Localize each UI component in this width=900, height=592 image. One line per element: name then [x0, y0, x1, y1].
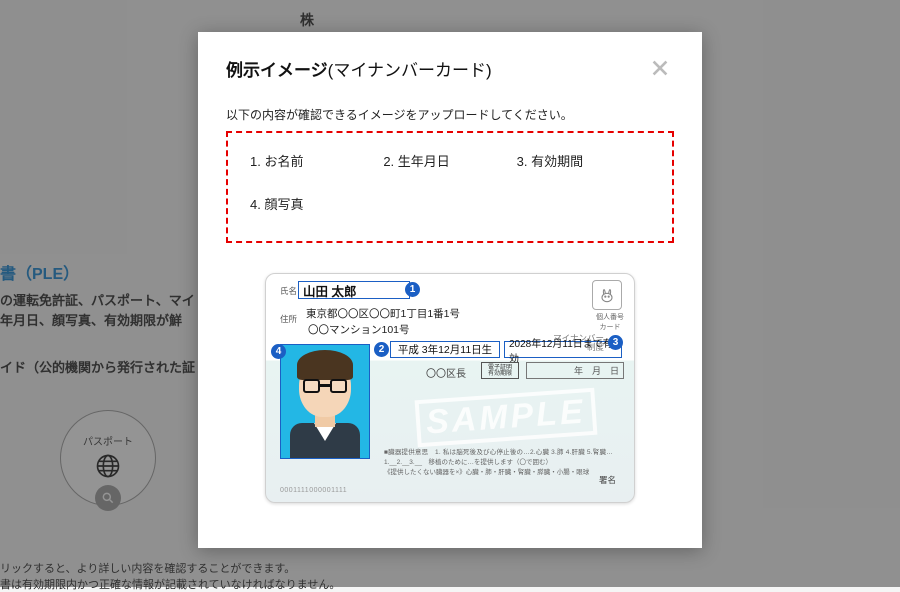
- requirements-box: 1. お名前 2. 生年月日 3. 有効期間 4. 顔写真: [226, 131, 674, 243]
- name-field-box: 山田 太郎: [298, 281, 410, 299]
- date-strip: 年 月 日: [526, 362, 624, 379]
- card-logo-label: 個人番号 カード: [596, 312, 624, 332]
- rabbit-logo-icon: [592, 280, 622, 310]
- close-icon: [649, 57, 671, 79]
- fine-print: ■臓器提供意思 1. 私は脳死後及び心停止後の…2.心臓 3.肺 4.肝臓 5.…: [384, 446, 613, 456]
- modal-title: 例示イメージ(マイナンバーカード): [226, 56, 492, 81]
- name-field-label: 氏名: [280, 285, 297, 297]
- example-image-modal: 例示イメージ(マイナンバーカード) 以下の内容が確認できるイメージをアップロード…: [198, 32, 702, 548]
- barcode-text: 0001111000001111: [280, 487, 347, 494]
- photo-field-box: [280, 344, 370, 459]
- requirement-item: 2. 生年月日: [383, 151, 516, 170]
- sample-watermark: SAMPLE: [415, 388, 598, 447]
- expiry-field-box: 2028年12月11日まで有効: [504, 341, 622, 358]
- address-line: 〇〇マンション101号: [308, 322, 410, 337]
- requirement-item: 3. 有効期間: [517, 151, 650, 170]
- signer-label: 署名: [599, 474, 616, 486]
- fine-print: 《提供したくない臓器を×》心臓・肺・肝臓・腎臓・膵臓・小腸・眼球: [384, 466, 589, 476]
- close-button[interactable]: [646, 54, 674, 82]
- fine-print: 1.__2.__3.__ 移植のために…を提供します（〇で囲む）: [384, 456, 552, 466]
- mynumber-card-sample: 氏名 山田 太郎 1 住所 東京都〇〇区〇〇町1丁目1番1号 〇〇マンション10…: [265, 273, 635, 503]
- requirement-item: 1. お名前: [250, 151, 383, 170]
- requirement-item: 4. 顔写真: [250, 194, 390, 213]
- callout-badge-2: 2: [374, 342, 389, 357]
- district-name: 〇〇区長: [426, 365, 466, 380]
- address-field-label: 住所: [280, 313, 297, 325]
- callout-badge-3: 3: [608, 335, 623, 350]
- address-line: 東京都〇〇区〇〇町1丁目1番1号: [306, 306, 460, 321]
- callout-badge-1: 1: [405, 282, 420, 297]
- callout-badge-4: 4: [271, 344, 286, 359]
- modal-instruction: 以下の内容が確認できるイメージをアップロードしてください。: [226, 106, 674, 123]
- stamp-box: 電子証明 有効期限: [481, 362, 519, 379]
- dob-field-box: 平成 3年12月11日生: [390, 341, 500, 358]
